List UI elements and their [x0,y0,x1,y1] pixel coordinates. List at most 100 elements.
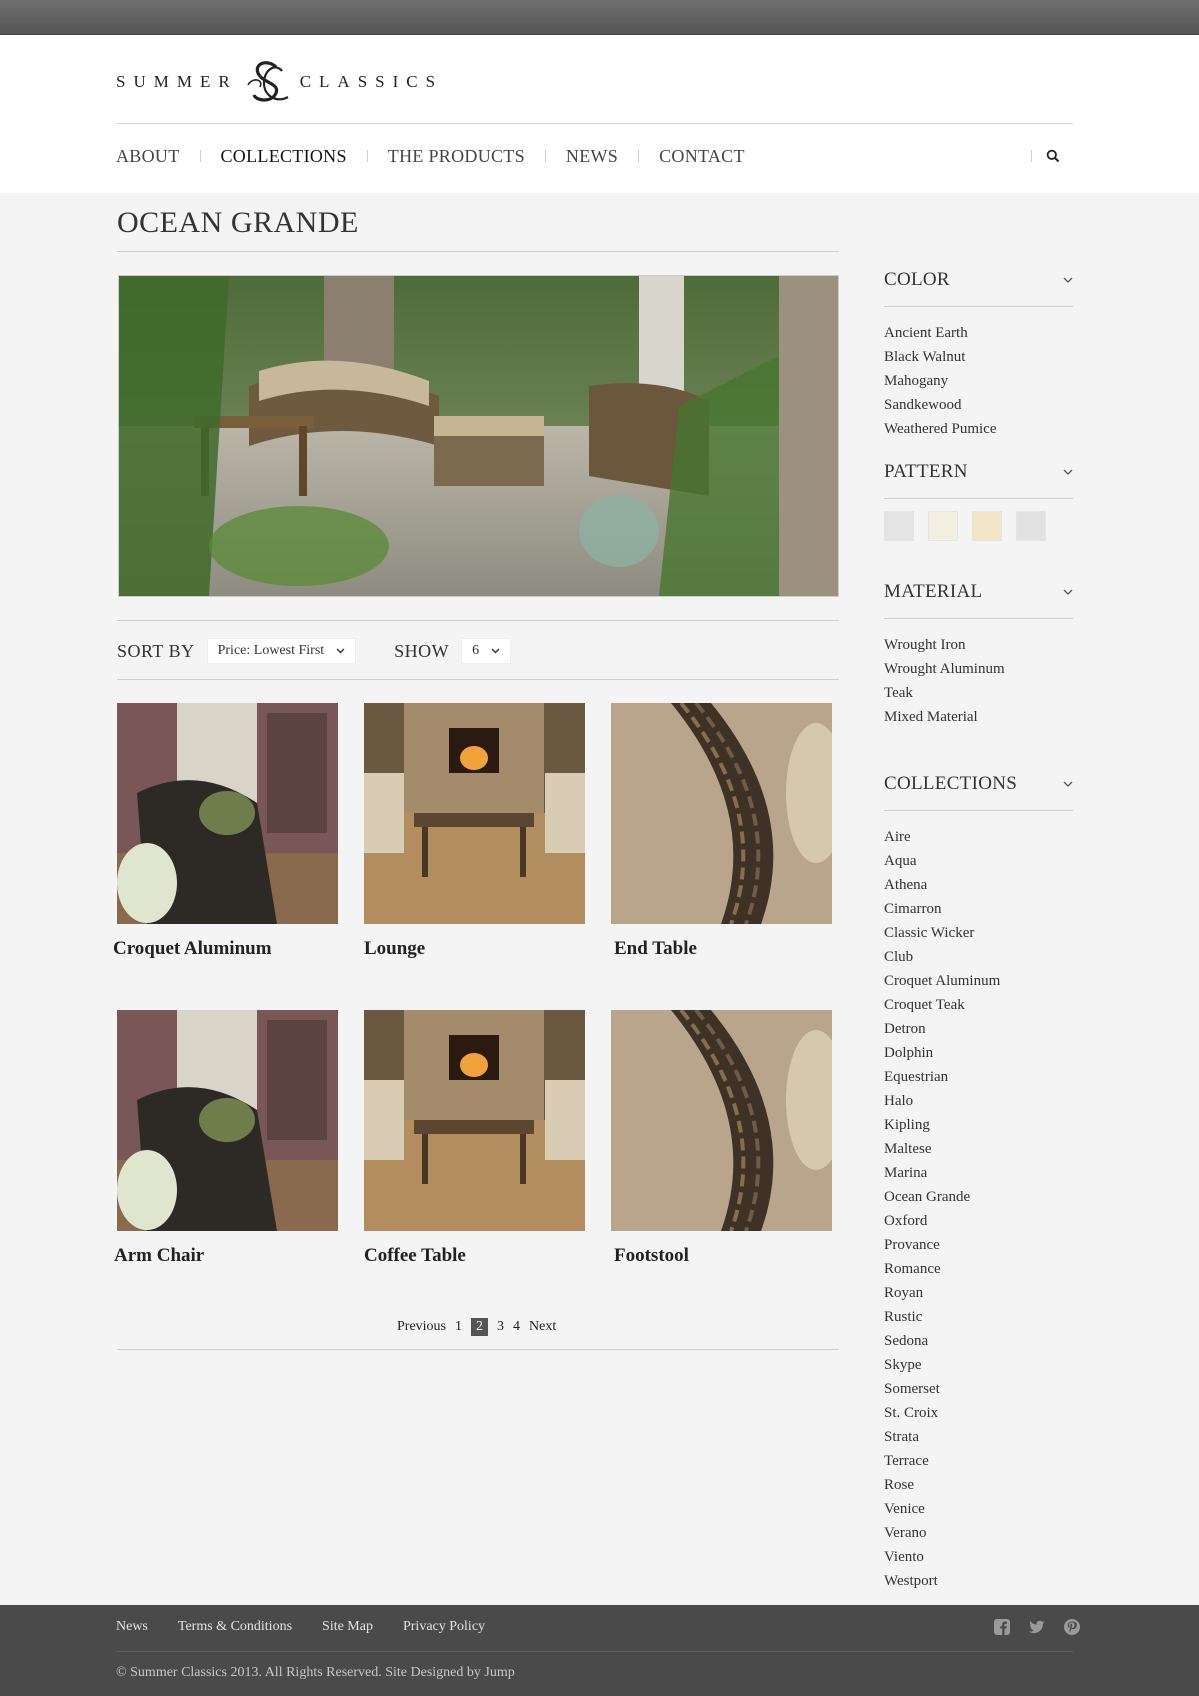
product-image[interactable] [364,703,585,924]
filter-option[interactable]: Mixed Material [884,705,1073,729]
product-name[interactable]: Footstool [614,1245,832,1267]
filter-option[interactable]: Venice [884,1497,1073,1521]
sort-select[interactable]: Price: Lowest First [206,638,357,664]
filter-option[interactable]: Westport [884,1569,1073,1593]
filter-divider [884,810,1073,811]
chevron-down-icon [1063,469,1073,475]
filter-option[interactable]: Ancient Earth [884,321,1073,345]
filter-collections-title: COLLECTIONS [884,773,1018,794]
filter-option[interactable]: Ocean Grande [884,1185,1073,1209]
filter-option[interactable]: Croquet Aluminum [884,969,1073,993]
filter-option[interactable]: Wrought Aluminum [884,657,1073,681]
product-name[interactable]: Arm Chair [114,1245,338,1267]
pagination-page-4[interactable]: 4 [513,1319,520,1335]
filter-option[interactable]: Black Walnut [884,345,1073,369]
site-logo[interactable]: SUMMER CLASSICS [116,57,443,107]
filter-option[interactable]: Teak [884,681,1073,705]
filter-option[interactable]: Equestrian [884,1065,1073,1089]
filter-option[interactable]: Halo [884,1089,1073,1113]
product-card-coffee-table[interactable]: Coffee Table [364,1010,585,1267]
pattern-swatch[interactable] [972,511,1002,541]
product-card-croquet-aluminum[interactable]: Croquet Aluminum [113,703,338,960]
product-name[interactable]: Coffee Table [364,1245,585,1267]
filter-option[interactable]: Cimarron [884,897,1073,921]
show-label: SHOW [394,640,450,661]
filter-option[interactable]: Weathered Pumice [884,417,1073,441]
filter-option[interactable]: Kipling [884,1113,1073,1137]
filter-pattern-header[interactable]: PATTERN [884,460,1073,484]
pagination-previous[interactable]: Previous [397,1319,446,1335]
nav-about[interactable]: ABOUT [116,146,180,167]
filter-option[interactable]: Classic Wicker [884,921,1073,945]
nav-news[interactable]: NEWS [566,146,618,167]
footer-link-terms[interactable]: Terms & Conditions [178,1619,292,1635]
product-name[interactable]: End Table [614,938,832,960]
filter-option[interactable]: Dolphin [884,1041,1073,1065]
pagination-page-1[interactable]: 1 [455,1319,462,1335]
filter-option[interactable]: Club [884,945,1073,969]
filter-color-title: COLOR [884,269,950,290]
product-image[interactable] [117,703,338,924]
filter-collections-header[interactable]: COLLECTIONS [884,772,1073,796]
filter-option[interactable]: Croquet Teak [884,993,1073,1017]
pagination-page-2-current[interactable]: 2 [471,1318,488,1336]
facebook-icon[interactable] [993,1618,1011,1636]
filter-option[interactable]: Rustic [884,1305,1073,1329]
filter-option[interactable]: Mahogany [884,369,1073,393]
filter-option[interactable]: Royan [884,1281,1073,1305]
product-name[interactable]: Croquet Aluminum [113,938,338,960]
footer-link-sitemap[interactable]: Site Map [322,1619,373,1635]
filter-option[interactable]: St. Croix [884,1401,1073,1425]
pagination: Previous 1 2 3 4 Next [397,1318,565,1336]
filter-option[interactable]: Sedona [884,1329,1073,1353]
filter-material-header[interactable]: MATERIAL [884,580,1073,604]
nav-separator [638,150,640,162]
search-icon[interactable] [1046,149,1060,163]
pattern-swatch[interactable] [928,511,958,541]
filter-option[interactable]: Marina [884,1161,1073,1185]
nav-contact[interactable]: CONTACT [659,146,745,167]
twitter-icon[interactable] [1028,1618,1046,1636]
filter-option[interactable]: Sandkewood [884,393,1073,417]
filter-option[interactable]: Provance [884,1233,1073,1257]
filter-option[interactable]: Terrace [884,1449,1073,1473]
pattern-swatch[interactable] [1016,511,1046,541]
filter-option[interactable]: Skype [884,1353,1073,1377]
filter-option[interactable]: Somerset [884,1377,1073,1401]
pinterest-icon[interactable] [1063,1618,1081,1636]
product-image[interactable] [611,1010,832,1231]
nav-separator [544,150,546,162]
product-card-end-table[interactable]: End Table [611,703,832,960]
mosaic-tile-table-image [611,703,832,924]
filter-color-header[interactable]: COLOR [884,268,1073,292]
product-card-arm-chair[interactable]: Arm Chair [114,1010,338,1267]
filter-option[interactable]: Viento [884,1545,1073,1569]
nav-the-products[interactable]: THE PRODUCTS [388,146,525,167]
filter-option[interactable]: Wrought Iron [884,633,1073,657]
filter-option[interactable]: Maltese [884,1137,1073,1161]
pagination-page-3[interactable]: 3 [497,1319,504,1335]
show-select[interactable]: 6 [461,638,512,664]
filter-option[interactable]: Romance [884,1257,1073,1281]
product-card-lounge[interactable]: Lounge [364,703,585,960]
product-name[interactable]: Lounge [364,938,585,960]
filter-option[interactable]: Oxford [884,1209,1073,1233]
filter-option[interactable]: Strata [884,1425,1073,1449]
footer-link-news[interactable]: News [116,1619,148,1635]
product-card-footstool[interactable]: Footstool [611,1010,832,1267]
filter-option[interactable]: Aire [884,825,1073,849]
filter-option[interactable]: Athena [884,873,1073,897]
pagination-next[interactable]: Next [529,1319,556,1335]
pattern-swatch[interactable] [884,511,914,541]
product-image[interactable] [117,1010,338,1231]
product-image[interactable] [364,1010,585,1231]
filter-option[interactable]: Aqua [884,849,1073,873]
chevron-down-icon [1063,781,1073,787]
filter-option[interactable]: Rose [884,1473,1073,1497]
chevron-down-icon [491,648,500,654]
filter-option[interactable]: Detron [884,1017,1073,1041]
filter-option[interactable]: Verano [884,1521,1073,1545]
footer-link-privacy[interactable]: Privacy Policy [403,1619,485,1635]
nav-collections[interactable]: COLLECTIONS [221,146,347,167]
product-image[interactable] [611,703,832,924]
